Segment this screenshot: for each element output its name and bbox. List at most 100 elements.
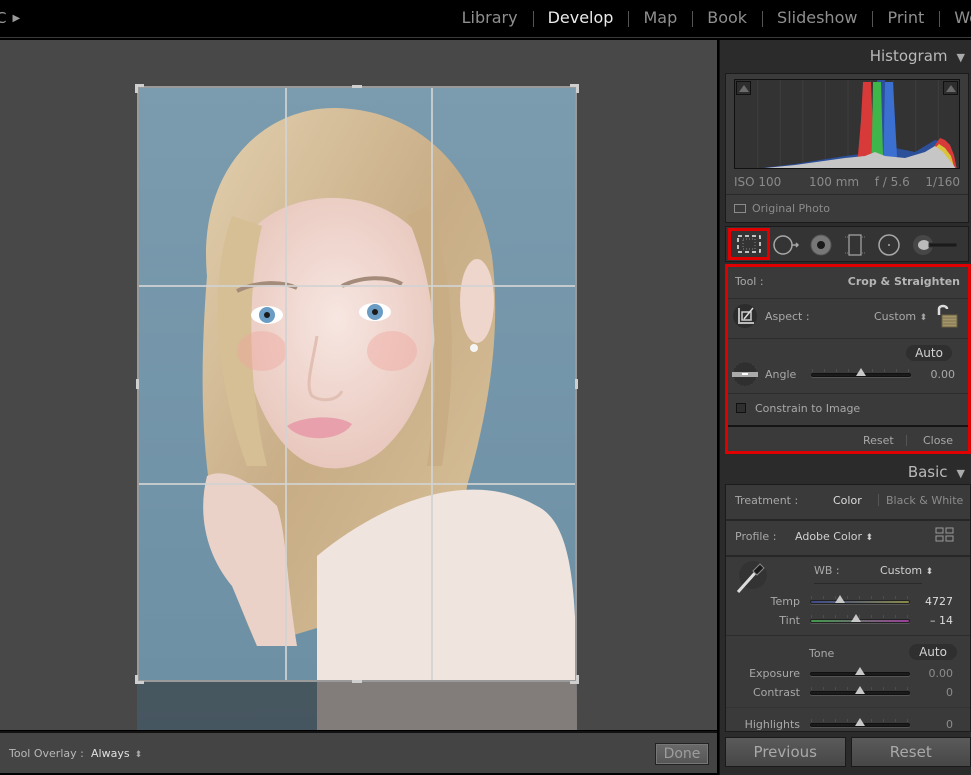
histogram-header[interactable]: Histogram ▼ xyxy=(870,47,965,65)
crop-handle-bottom-left[interactable] xyxy=(135,675,144,684)
exposure-value[interactable]: 0.00 xyxy=(929,667,954,680)
crop-handle-left[interactable] xyxy=(136,379,139,389)
radial-filter-tool[interactable] xyxy=(872,230,906,260)
exposure-label: Exposure xyxy=(749,667,800,680)
exposure-slider-thumb[interactable] xyxy=(855,667,865,675)
shadow-clipping-toggle-icon[interactable] xyxy=(736,81,751,95)
graduated-filter-tool[interactable] xyxy=(838,230,872,260)
basic-header[interactable]: Basic ▼ xyxy=(908,463,965,481)
divider xyxy=(728,298,968,299)
aspect-lock-icon[interactable] xyxy=(934,303,958,333)
crop-frame[interactable] xyxy=(135,84,579,684)
module-map[interactable]: Map xyxy=(628,8,692,27)
angle-slider-thumb[interactable] xyxy=(856,368,866,376)
wb-select[interactable]: Custom ⬍ xyxy=(880,564,933,577)
temp-value[interactable]: 4727 xyxy=(925,595,953,608)
crop-handle-top-left[interactable] xyxy=(135,84,144,93)
profile-browser-grid-icon[interactable] xyxy=(935,527,955,547)
slider-ticks xyxy=(811,596,909,599)
tool-strip xyxy=(725,226,969,262)
module-library[interactable]: Library xyxy=(447,8,533,27)
temp-slider[interactable] xyxy=(810,595,910,604)
divider xyxy=(726,519,970,521)
crop-close-button[interactable]: Close xyxy=(923,434,953,447)
reset-button[interactable]: Reset xyxy=(850,737,971,767)
crop-handle-top[interactable] xyxy=(352,85,362,88)
treatment-bw-option[interactable]: Black & White xyxy=(886,494,963,507)
module-develop[interactable]: Develop xyxy=(532,8,629,27)
angle-auto-button[interactable]: Auto xyxy=(906,345,952,361)
adjustment-brush-tool[interactable] xyxy=(912,230,960,260)
temp-slider-thumb[interactable] xyxy=(835,595,846,603)
highlight-clipping-toggle-icon[interactable] xyxy=(943,81,958,95)
aspect-select[interactable]: Custom ⬍ xyxy=(874,310,927,323)
footer-buttons: Previous Reset xyxy=(725,737,971,773)
divider xyxy=(814,583,922,584)
highlights-slider[interactable] xyxy=(810,718,910,727)
original-photo-toggle[interactable]: Original Photo xyxy=(734,202,830,215)
wb-label: WB : xyxy=(814,564,840,577)
done-button[interactable]: Done xyxy=(655,743,709,765)
angle-value[interactable]: 0.00 xyxy=(931,368,956,381)
identity-plate[interactable]: C ▶ xyxy=(0,9,20,27)
red-eye-tool[interactable] xyxy=(804,230,838,260)
tool-overlay-select[interactable]: Always ⬍ xyxy=(91,747,142,760)
tint-value[interactable]: – 14 xyxy=(930,614,953,627)
previous-button[interactable]: Previous xyxy=(725,737,846,767)
divider xyxy=(906,435,907,446)
tone-auto-button[interactable]: Auto xyxy=(909,644,957,660)
brush-icon xyxy=(913,235,958,255)
straighten-tool-icon[interactable] xyxy=(730,360,760,392)
basic-panel: Treatment : Color Black & White Profile … xyxy=(725,484,971,732)
divider xyxy=(726,194,968,195)
module-web[interactable]: We xyxy=(939,8,971,27)
tint-slider-thumb[interactable] xyxy=(851,614,862,622)
constrain-label: Constrain to Image xyxy=(755,402,861,415)
contrast-slider[interactable] xyxy=(810,686,910,695)
checkbox-icon[interactable] xyxy=(734,204,746,213)
highlights-slider-thumb[interactable] xyxy=(855,718,865,726)
histogram-graph[interactable] xyxy=(734,79,960,169)
aperture-value: f / 5.6 xyxy=(874,175,910,189)
module-slideshow[interactable]: Slideshow xyxy=(762,8,872,27)
exposure-slider[interactable] xyxy=(810,667,910,676)
spot-removal-tool[interactable] xyxy=(770,230,804,260)
wb-eyedropper-icon[interactable] xyxy=(733,559,769,599)
crop-reset-button[interactable]: Reset xyxy=(863,434,894,447)
tool-label: Tool : xyxy=(735,275,764,288)
treatment-color-option[interactable]: Color xyxy=(833,494,862,507)
divider xyxy=(726,635,970,636)
grid-line xyxy=(139,285,575,287)
updown-arrow-icon: ⬍ xyxy=(925,567,934,577)
module-print[interactable]: Print xyxy=(872,8,939,27)
temp-label: Temp xyxy=(770,595,800,608)
divider xyxy=(726,707,970,708)
module-picker-bar: C ▶ Library Develop Map Book Slideshow Pr… xyxy=(0,0,971,38)
aspect-label: Aspect : xyxy=(765,310,810,323)
crop-icon xyxy=(737,235,761,253)
updown-arrow-icon: ⬍ xyxy=(865,533,874,543)
crop-angle-tool-icon[interactable] xyxy=(732,303,758,333)
image-canvas[interactable] xyxy=(0,40,717,730)
profile-select[interactable]: Adobe Color ⬍ xyxy=(795,530,873,543)
contrast-slider-thumb[interactable] xyxy=(855,686,865,694)
angle-slider[interactable] xyxy=(811,368,911,377)
checkbox-icon[interactable] xyxy=(736,403,746,413)
crop-handle-bottom-right[interactable] xyxy=(570,675,579,684)
crop-overlay-tool[interactable] xyxy=(728,228,770,260)
crop-handle-bottom[interactable] xyxy=(352,680,362,683)
module-book[interactable]: Book xyxy=(692,8,762,27)
crop-handle-top-right[interactable] xyxy=(570,84,579,93)
crop-handle-right[interactable] xyxy=(575,379,578,389)
highlights-value[interactable]: 0 xyxy=(946,718,953,731)
grid-line xyxy=(139,483,575,485)
contrast-label: Contrast xyxy=(752,686,800,699)
updown-arrow-icon: ⬍ xyxy=(134,750,143,760)
tint-slider[interactable] xyxy=(810,614,910,623)
divider xyxy=(878,494,879,506)
shutter-value: 1/160 xyxy=(925,175,960,189)
red-eye-icon xyxy=(810,234,832,256)
contrast-value[interactable]: 0 xyxy=(946,686,953,699)
module-list: Library Develop Map Book Slideshow Print… xyxy=(447,8,971,27)
histogram-blue-channel xyxy=(883,82,897,168)
